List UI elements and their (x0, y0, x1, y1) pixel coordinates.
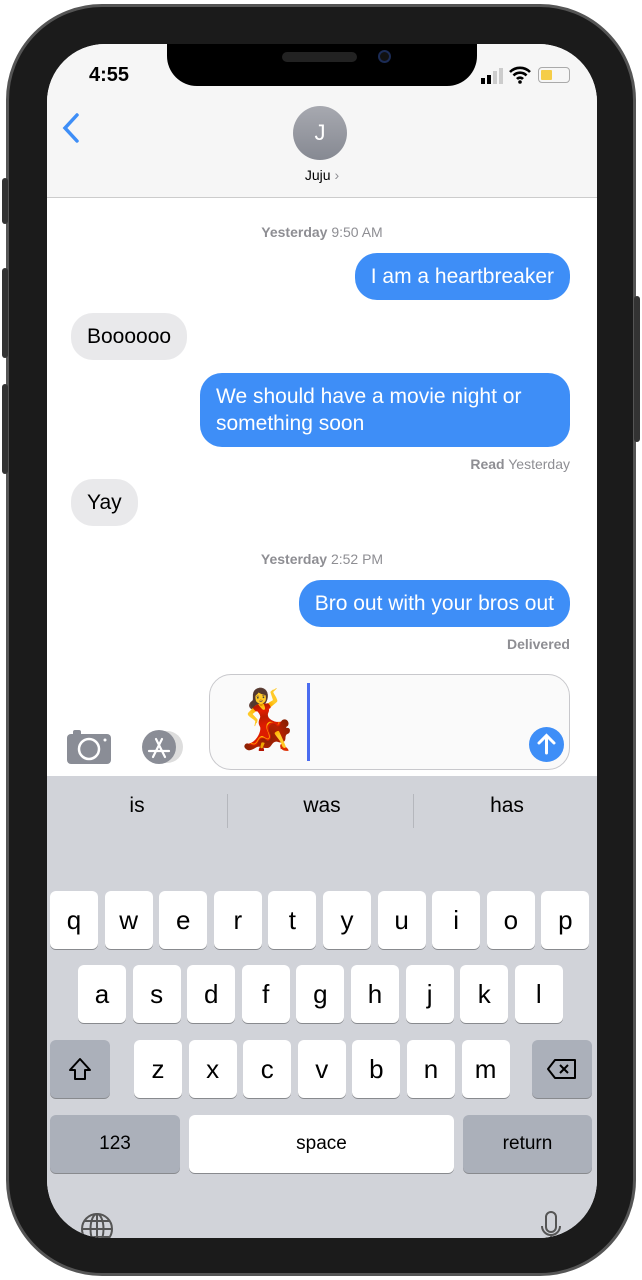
notch (167, 44, 477, 86)
key-z[interactable]: z (134, 1040, 182, 1098)
key-p[interactable]: p (541, 891, 590, 949)
key-h[interactable]: h (351, 965, 399, 1023)
microphone-icon[interactable] (539, 1210, 563, 1238)
text-cursor (307, 683, 310, 761)
status-time: 4:55 (89, 64, 130, 86)
wifi-icon (509, 66, 531, 84)
battery-icon (538, 67, 570, 83)
message-outgoing[interactable]: Bro out with your bros out (298, 580, 570, 627)
key-t[interactable]: t (268, 891, 317, 949)
delete-key[interactable] (532, 1040, 592, 1098)
conversation-header: 4:55 J Juju › (47, 44, 597, 198)
send-button[interactable] (529, 727, 564, 762)
suggestion[interactable]: has (417, 794, 597, 818)
key-m[interactable]: m (461, 1040, 510, 1098)
divider (413, 794, 414, 828)
key-j[interactable]: j (405, 965, 454, 1023)
key-k[interactable]: k (460, 965, 509, 1023)
delivered-status: Delivered (506, 636, 570, 652)
front-camera (378, 50, 391, 63)
message-outgoing[interactable]: We should have a movie night or somethin… (200, 373, 570, 447)
key-d[interactable]: d (187, 965, 236, 1023)
dancer-emoji: 💃 (230, 687, 303, 752)
globe-icon[interactable] (80, 1212, 114, 1238)
signal-icon (481, 68, 503, 84)
key-x[interactable]: x (188, 1040, 237, 1098)
message-input[interactable]: 💃 (209, 674, 570, 770)
timestamp: Yesterday 9:50 AM (261, 224, 383, 240)
shift-icon (69, 1058, 91, 1080)
key-l[interactable]: l (514, 965, 563, 1023)
key-n[interactable]: n (407, 1040, 455, 1098)
key-v[interactable]: v (297, 1040, 346, 1098)
return-key[interactable]: return (463, 1115, 592, 1173)
side-button (634, 296, 640, 442)
message-incoming[interactable]: Yay (71, 479, 138, 526)
key-i[interactable]: i (432, 891, 481, 949)
mute-switch (2, 178, 8, 224)
chevron-right-icon: › (334, 167, 340, 183)
read-receipt: Read Yesterday (470, 456, 570, 472)
key-s[interactable]: s (132, 965, 181, 1023)
app-store-icon[interactable] (137, 730, 187, 764)
key-a[interactable]: a (78, 965, 126, 1023)
key-q[interactable]: q (50, 891, 98, 949)
volume-down-button (2, 384, 8, 474)
shift-key[interactable] (50, 1040, 110, 1098)
contact-name[interactable]: Juju › (47, 167, 597, 183)
key-f[interactable]: f (241, 965, 290, 1023)
key-b[interactable]: b (352, 1040, 401, 1098)
numbers-key[interactable]: 123 (50, 1115, 180, 1173)
speaker (282, 52, 357, 62)
volume-up-button (2, 268, 8, 358)
key-c[interactable]: c (243, 1040, 292, 1098)
chevron-left-icon[interactable] (61, 112, 81, 144)
message-incoming[interactable]: Boooooo (71, 313, 188, 360)
timestamp: Yesterday 2:52 PM (260, 551, 384, 567)
keyboard: is was has qwertyuiop asdfghjkl zxcvbnm 12… (47, 776, 597, 1238)
key-o[interactable]: o (486, 891, 535, 949)
message-outgoing[interactable]: I am a heartbreaker (354, 253, 570, 300)
divider (227, 794, 228, 828)
suggestion[interactable]: is (47, 794, 227, 818)
delete-icon (547, 1059, 576, 1079)
avatar[interactable]: J (293, 106, 347, 160)
space-key[interactable]: space (189, 1115, 454, 1173)
key-g[interactable]: g (296, 965, 345, 1023)
key-u[interactable]: u (377, 891, 426, 949)
key-w[interactable]: w (104, 891, 153, 949)
arrow-up-icon (537, 733, 556, 755)
contact-name-label: Juju (304, 167, 331, 183)
screen: 4:55 J Juju › Yesterday 9:50 AM I am a h… (47, 44, 597, 1238)
camera-icon[interactable] (67, 730, 111, 764)
key-y[interactable]: y (323, 891, 371, 949)
key-e[interactable]: e (159, 891, 208, 949)
suggestion[interactable]: was (232, 794, 412, 818)
key-r[interactable]: r (213, 891, 262, 949)
